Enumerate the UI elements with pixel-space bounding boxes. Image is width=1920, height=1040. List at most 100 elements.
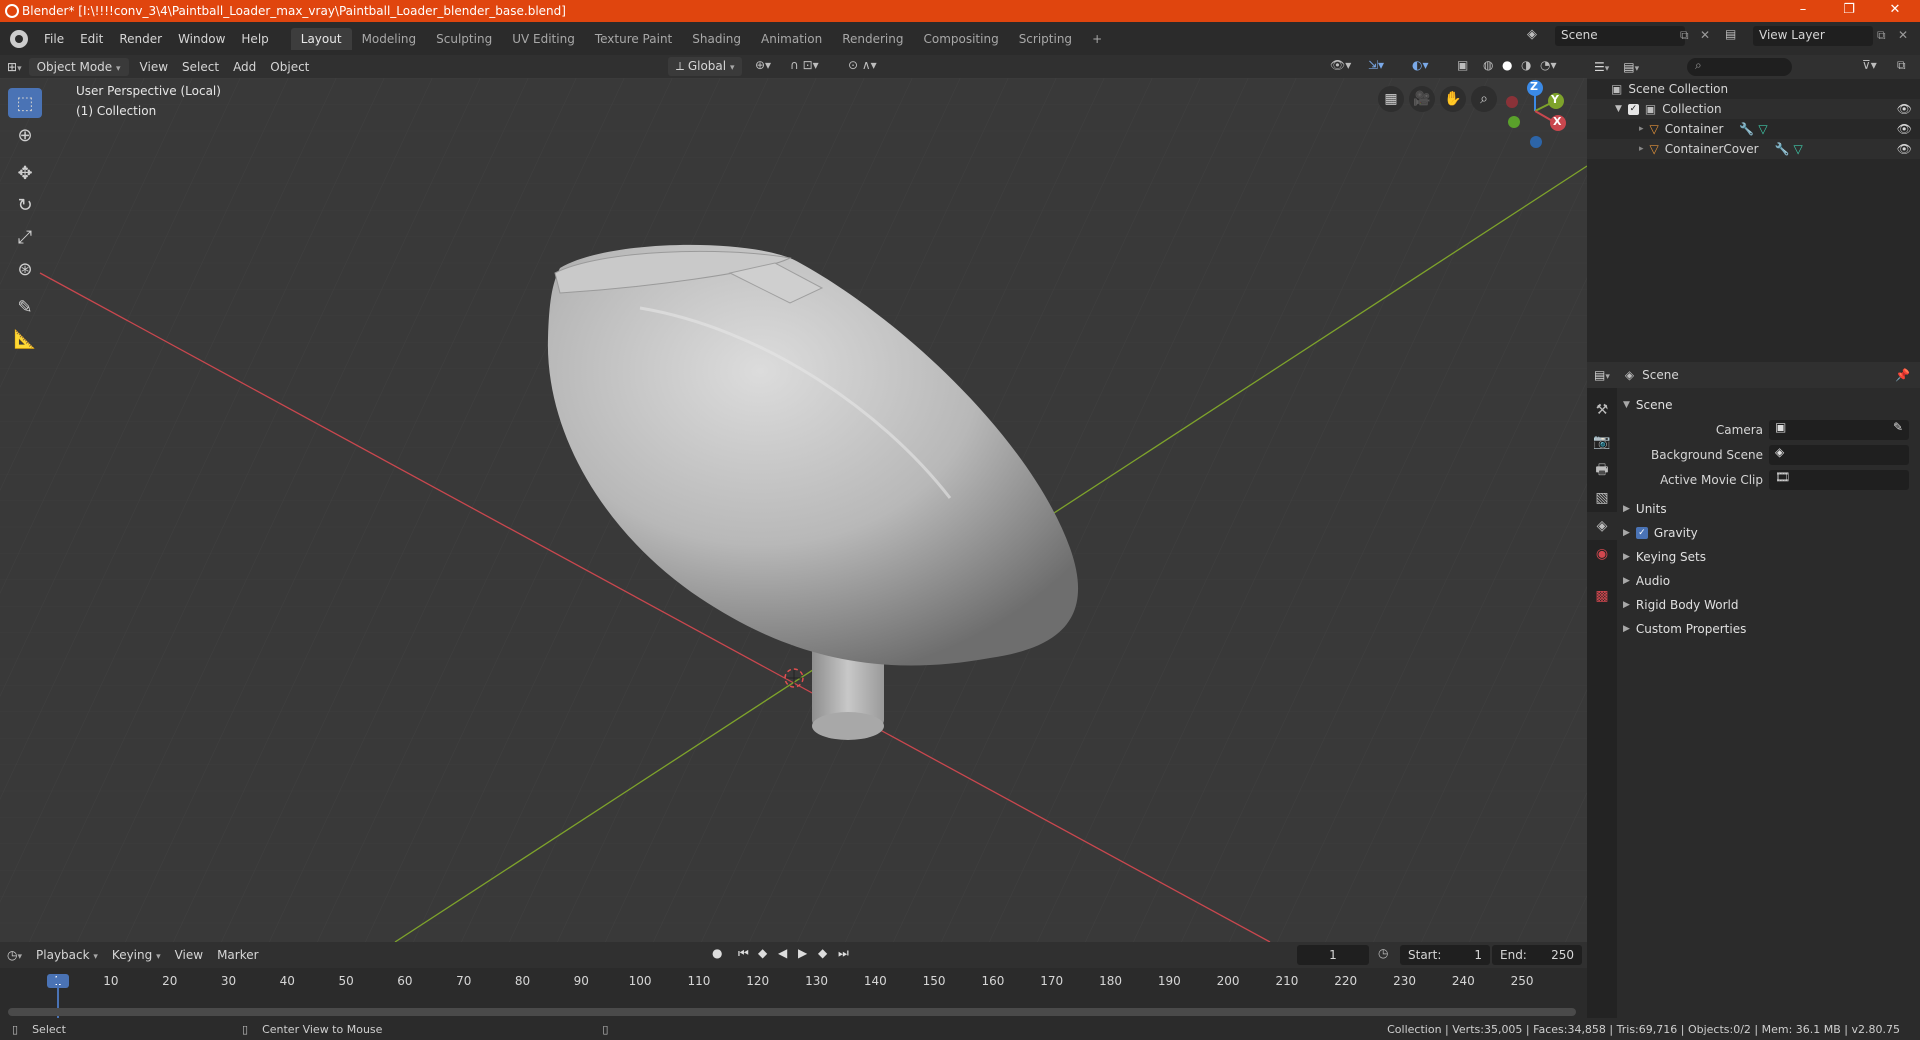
menu-render[interactable]: Render: [111, 32, 170, 46]
jump-start-icon[interactable]: ⏮: [738, 946, 749, 961]
solid-shading-icon[interactable]: ●: [1502, 58, 1512, 72]
rotate-tool-icon[interactable]: ↻: [8, 190, 42, 220]
expand-arrow-icon[interactable]: ▸: [1639, 124, 1644, 134]
menu-marker[interactable]: Marker: [210, 946, 265, 964]
modifier-icon[interactable]: 🔧: [1739, 122, 1754, 136]
gizmo-z-label[interactable]: Z: [1530, 80, 1538, 93]
menu-add[interactable]: Add: [226, 58, 263, 76]
minimize-button[interactable]: –: [1780, 0, 1826, 22]
scene-selector-icon[interactable]: ◈: [1527, 27, 1537, 42]
jump-end-icon[interactable]: ⏭: [838, 946, 849, 961]
tab-rendering[interactable]: Rendering: [832, 28, 913, 50]
camera-view-icon[interactable]: 🎥: [1409, 86, 1435, 112]
scale-tool-icon[interactable]: ⤢: [8, 222, 42, 252]
mesh-data-icon[interactable]: ▽: [1758, 122, 1767, 136]
menu-edit[interactable]: Edit: [72, 32, 111, 46]
select-box-tool-icon[interactable]: ⬚: [8, 88, 42, 118]
collection-checkbox[interactable]: ✓: [1627, 103, 1639, 115]
filter-icon[interactable]: ⊽▾: [1862, 58, 1877, 72]
wireframe-shading-icon[interactable]: ◍: [1483, 58, 1493, 72]
menu-timeline-view[interactable]: View: [168, 946, 210, 964]
play-icon[interactable]: ▶: [798, 946, 807, 960]
visibility-icon[interactable]: 👁▾: [1330, 58, 1351, 72]
start-frame-field[interactable]: Start: 1: [1400, 945, 1490, 965]
overlay-toggle-icon[interactable]: ◐▾: [1412, 58, 1429, 72]
menu-window[interactable]: Window: [170, 32, 233, 46]
end-frame-field[interactable]: End: 250: [1492, 945, 1582, 965]
move-tool-icon[interactable]: ✥: [8, 158, 42, 188]
proportional-edit-icon[interactable]: ⊙ ∧▾: [848, 58, 877, 72]
view-layer-new-icon[interactable]: ⧉: [1877, 28, 1886, 43]
measure-tool-icon[interactable]: 📐: [8, 324, 42, 354]
menu-select[interactable]: Select: [175, 58, 226, 76]
eyedropper-icon[interactable]: ✎: [1893, 420, 1903, 434]
properties-editor-type-icon[interactable]: ▤▾: [1587, 366, 1617, 384]
transform-tool-icon[interactable]: ⊛: [8, 254, 42, 284]
toggle-ortho-icon[interactable]: ▦: [1378, 86, 1404, 112]
tab-layout[interactable]: Layout: [290, 27, 352, 50]
gravity-panel[interactable]: ▶ ✓ Gravity: [1623, 522, 1913, 544]
containercover-visibility-eye-icon[interactable]: 👁: [1897, 142, 1912, 156]
active-movie-clip-field[interactable]: 🎞: [1769, 470, 1909, 490]
scene-remove-icon[interactable]: ✕: [1700, 28, 1710, 42]
gizmo-toggle-icon[interactable]: ⇲▾: [1368, 58, 1384, 72]
outliner-row-scene-collection[interactable]: ▣ Scene Collection: [1587, 79, 1920, 99]
view-layer-tab-icon[interactable]: ▧: [1587, 484, 1617, 512]
keying-sets-panel[interactable]: ▶ Keying Sets: [1623, 546, 1913, 568]
current-frame-field[interactable]: 1: [1297, 945, 1369, 965]
tab-compositing[interactable]: Compositing: [913, 28, 1008, 50]
pivot-point-icon[interactable]: ⊕▾: [755, 58, 771, 72]
tab-animation[interactable]: Animation: [751, 28, 832, 50]
zoom-view-icon[interactable]: ⌕: [1471, 86, 1497, 112]
maximize-button[interactable]: ❐: [1826, 0, 1872, 22]
audio-panel[interactable]: ▶ Audio: [1623, 570, 1913, 592]
outliner-row-container[interactable]: ▸ ▽ Container 🔧 ▽ 👁: [1587, 119, 1920, 139]
expand-arrow-icon[interactable]: ▸: [1639, 144, 1644, 154]
close-button[interactable]: ✕: [1872, 0, 1918, 22]
menu-playback[interactable]: Playback ▾: [29, 946, 105, 964]
tab-sculpting[interactable]: Sculpting: [426, 28, 502, 50]
menu-keying[interactable]: Keying ▾: [105, 946, 168, 964]
gizmo-x-label[interactable]: X: [1553, 115, 1561, 128]
render-tab-icon[interactable]: 📷: [1587, 428, 1617, 456]
outliner-row-containercover[interactable]: ▸ ▽ ContainerCover 🔧 ▽ 👁: [1587, 139, 1920, 159]
scene-panel-header[interactable]: ▼ Scene: [1623, 394, 1913, 416]
editor-type-icon[interactable]: ⊞▾: [0, 58, 29, 76]
container-visibility-eye-icon[interactable]: 👁: [1897, 122, 1912, 136]
material-shading-icon[interactable]: ◑: [1521, 58, 1531, 72]
annotate-tool-icon[interactable]: ✎: [8, 292, 42, 322]
output-tab-icon[interactable]: 🖶: [1587, 456, 1617, 484]
scene-name-field[interactable]: Scene: [1555, 26, 1685, 46]
menu-file[interactable]: File: [36, 32, 72, 46]
view-layer-remove-icon[interactable]: ✕: [1898, 28, 1908, 42]
menu-help[interactable]: Help: [233, 32, 276, 46]
view-layer-field[interactable]: View Layer: [1753, 26, 1873, 46]
custom-properties-panel[interactable]: ▶ Custom Properties: [1623, 618, 1913, 640]
outliner-row-collection[interactable]: ▼ ✓ ▣ Collection 👁: [1587, 99, 1920, 119]
preview-range-icon[interactable]: ◷: [1378, 946, 1388, 960]
collection-visibility-eye-icon[interactable]: 👁: [1897, 102, 1912, 116]
units-panel[interactable]: ▶ Units: [1623, 498, 1913, 520]
transform-orientation-dropdown[interactable]: ⟂ Global ▾: [668, 57, 743, 76]
timeline-scrollbar[interactable]: [8, 1008, 1576, 1016]
xray-toggle-icon[interactable]: ▣: [1457, 58, 1468, 72]
display-mode-icon[interactable]: ▤▾: [1616, 58, 1646, 76]
tool-tab-icon[interactable]: ⚒: [1587, 396, 1617, 424]
new-collection-icon[interactable]: ⧉: [1897, 58, 1906, 73]
timeline-editor-type-icon[interactable]: ◷▾: [0, 946, 29, 964]
tab-scripting[interactable]: Scripting: [1009, 28, 1082, 50]
expand-arrow-icon[interactable]: ▼: [1615, 104, 1622, 114]
tab-modeling[interactable]: Modeling: [352, 28, 427, 50]
modifier-icon[interactable]: 🔧: [1775, 142, 1790, 156]
mesh-data-icon[interactable]: ▽: [1794, 142, 1803, 156]
world-tab-icon[interactable]: ◉: [1587, 540, 1617, 568]
gravity-checkbox[interactable]: ✓: [1635, 527, 1648, 539]
pin-icon[interactable]: 📌: [1895, 368, 1910, 382]
3d-viewport[interactable]: Z Y X User Perspective (Local) (1) Colle…: [0, 78, 1587, 942]
texture-tab-icon[interactable]: ▩: [1587, 582, 1617, 610]
view-layer-icon[interactable]: ▤: [1725, 27, 1736, 41]
record-icon[interactable]: ●: [712, 946, 722, 960]
blender-menu-icon[interactable]: [10, 29, 28, 48]
outliner-editor-type-icon[interactable]: ☰▾: [1587, 58, 1616, 76]
object-mode-dropdown[interactable]: Object Mode ▾: [28, 57, 129, 76]
